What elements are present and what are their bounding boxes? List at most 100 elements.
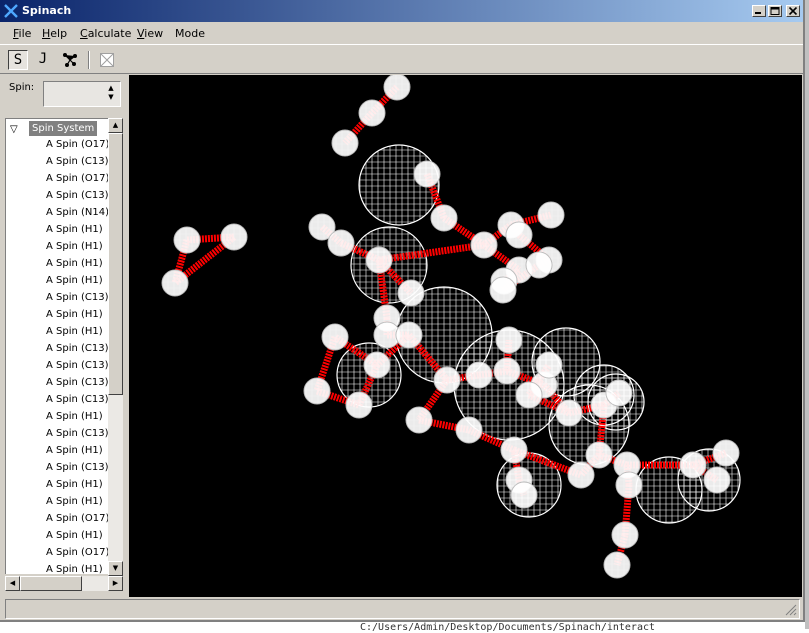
atom-mesh [506,222,532,248]
atom-mesh [556,400,582,426]
title-bar[interactable]: Spinach [0,0,803,22]
atom-mesh [471,232,497,258]
atom-mesh [434,367,460,393]
atom-mesh [713,440,739,466]
background-terminal-text: C:/Users/Admin/Desktop/Documents/Spinach… [360,622,656,633]
atom-mesh [604,552,630,578]
spin-up-icon[interactable]: ▲ [104,84,118,93]
atom-mesh [616,472,642,498]
atom-mesh [538,202,564,228]
atom-mesh [221,224,247,250]
tree-spin-item[interactable]: A Spin (H1) [46,258,103,269]
molecule-view-button[interactable] [60,50,80,70]
menu-calculate[interactable]: Calculate [80,27,131,40]
atom-mesh [406,407,432,433]
spin-panel: Spin: ▲ ▼ ▽ Spin System A Spin (O17) A Sp… [0,75,127,597]
atom-mesh [568,462,594,488]
status-bar [5,599,800,619]
tree-spin-item[interactable]: A Spin (C13) [46,190,108,201]
atom-mesh [359,100,385,126]
resize-grip-icon[interactable] [785,604,797,616]
molecule-3d-view[interactable] [129,73,802,597]
atom-mesh [364,352,390,378]
tree-spin-item[interactable]: A Spin (H1) [46,564,103,574]
spin-system-tree[interactable]: ▽ Spin System A Spin (O17) A Spin (C13) A … [5,118,108,574]
tree-spin-item[interactable]: A Spin (H1) [46,479,103,490]
atom-mesh [496,327,522,353]
scroll-down-button[interactable]: ▼ [108,561,123,576]
minimize-button[interactable] [752,5,766,17]
tree-spin-item[interactable]: A Spin (C13) [46,292,108,303]
menu-view[interactable]: View [137,27,163,40]
tree-spin-item[interactable]: A Spin (O17) [46,139,108,150]
tree-spin-item[interactable]: A Spin (H1) [46,241,103,252]
menu-file[interactable]: File [13,27,31,40]
j-mode-button[interactable]: J [33,50,53,70]
tree-spin-item[interactable]: A Spin (C13) [46,156,108,167]
tree-spin-item[interactable]: A Spin (H1) [46,411,103,422]
tree-spin-item[interactable]: A Spin (C13) [46,360,108,371]
scroll-right-button[interactable]: ▶ [108,576,123,591]
scroll-up-button[interactable]: ▲ [108,118,123,133]
tree-vertical-scrollbar[interactable]: ▲ ▼ [108,118,123,576]
tree-collapse-icon[interactable]: ▽ [10,124,18,135]
atom-mesh [586,442,612,468]
menu-bar: File Help Calculate View Mode [0,22,803,44]
atom-mesh [612,522,638,548]
spin-stepper[interactable]: ▲ ▼ [104,84,118,104]
vertical-scroll-thumb[interactable] [108,133,123,395]
tree-spin-item[interactable]: A Spin (O17) [46,173,108,184]
atom-mesh [526,252,552,278]
atom-mesh [511,482,537,508]
close-button[interactable] [786,5,800,17]
atom-mesh [366,247,392,273]
tree-spin-item[interactable]: A Spin (H1) [46,530,103,541]
menu-mode[interactable]: Mode [175,27,205,40]
close-icon [788,7,798,15]
tree-spin-item[interactable]: A Spin (H1) [46,496,103,507]
s-mode-button[interactable]: S [8,50,28,70]
atom-mesh [494,358,520,384]
atom-mesh [346,392,372,418]
tree-spin-item[interactable]: A Spin (H1) [46,445,103,456]
tree-spin-item[interactable]: A Spin (H1) [46,326,103,337]
toolbar-separator [88,51,90,69]
menu-help[interactable]: Help [42,27,67,40]
spin-selector[interactable]: ▲ ▼ [43,81,121,107]
tree-horizontal-scrollbar[interactable]: ◀ ▶ [5,576,123,591]
atom-mesh [680,452,706,478]
atom-mesh [162,270,188,296]
spinach-window: Spinach File Help Calculate View Mode S … [0,0,805,622]
window-title: Spinach [22,4,72,17]
atom-mesh [466,362,492,388]
tree-spin-item[interactable]: A Spin (C13) [46,394,108,405]
tree-spin-item[interactable]: A Spin (C13) [46,462,108,473]
atom-mesh [456,417,482,443]
tree-spin-item[interactable]: A Spin (C13) [46,343,108,354]
atom-mesh [536,352,562,378]
horizontal-scroll-thumb[interactable] [20,576,82,591]
tree-spin-item[interactable]: A Spin (N14) [46,207,108,218]
spin-down-icon[interactable]: ▼ [104,93,118,102]
clear-button[interactable] [97,50,117,70]
maximize-icon [770,7,780,15]
tree-spin-item[interactable]: A Spin (H1) [46,224,103,235]
spin-label: Spin: [9,82,35,93]
atom-mesh [174,227,200,253]
atom-mesh [414,161,440,187]
tree-spin-item[interactable]: A Spin (C13) [46,377,108,388]
spinach-app-icon [4,4,18,18]
scroll-left-button[interactable]: ◀ [5,576,20,591]
tree-spin-item[interactable]: A Spin (H1) [46,275,103,286]
tree-root-spin-system[interactable]: Spin System [29,121,98,136]
atom-mesh [516,382,542,408]
tree-spin-item[interactable]: A Spin (C13) [46,428,108,439]
atom-mesh [704,467,730,493]
tree-spin-item[interactable]: A Spin (H1) [46,309,103,320]
molecule-viewport[interactable] [129,73,802,597]
cross-box-icon [100,53,114,67]
maximize-button[interactable] [768,5,782,17]
molecule-icon [63,53,77,67]
tree-spin-item[interactable]: A Spin (O17) [46,547,108,558]
tree-spin-item[interactable]: A Spin (O17) [46,513,108,524]
